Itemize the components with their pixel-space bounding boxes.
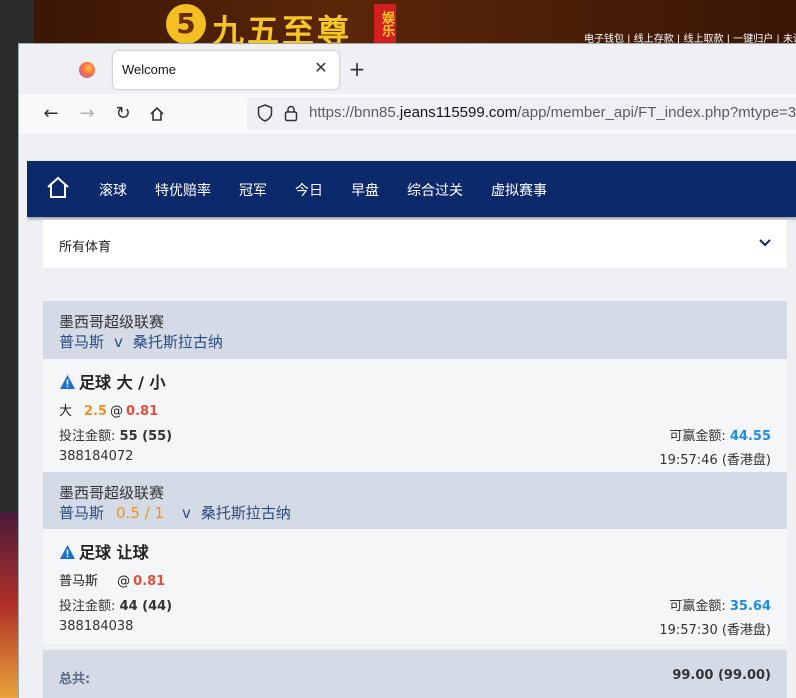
selection-line: 大 2.5 @0.81: [59, 404, 159, 419]
navigation-toolbar: ← → ↻ https://bnn85.jeans115599.com/app/…: [19, 94, 796, 134]
tab-title: Welcome: [122, 62, 176, 77]
bet-time: 19:57:30 (香港盘): [659, 623, 771, 638]
ticket-row: 388184038 19:57:30 (香港盘): [59, 619, 771, 638]
nav-item-special-odds[interactable]: 特优赔率: [155, 180, 211, 200]
nav-item-virtual[interactable]: 虚拟赛事: [491, 180, 547, 200]
stake-label: 投注金额:: [59, 429, 116, 444]
close-tab-icon[interactable]: ✕: [311, 58, 331, 80]
selection: 大: [59, 404, 73, 419]
stake-label: 投注金额:: [59, 599, 116, 614]
match-teams: 普马斯 v 桑托斯拉古纳: [59, 331, 223, 352]
odds-value: 0.81: [126, 404, 159, 419]
browser-window: Welcome ✕ + ← → ↻ https://bnn85.jeans115…: [18, 43, 796, 698]
bet-card-body: 足球 大 / 小 大 2.5 @0.81 投注金额: 55 (55) 可赢金额: 4…: [43, 359, 787, 472]
new-tab-button[interactable]: +: [347, 58, 367, 80]
reload-icon[interactable]: ↻: [111, 102, 135, 126]
nav-item-live[interactable]: 滚球: [99, 180, 127, 200]
win-label: 可赢金额:: [669, 429, 726, 444]
sport-filter-dropdown[interactable]: 所有体育: [43, 220, 787, 268]
ticket-row: 388184072 19:57:46 (香港盘): [59, 449, 771, 468]
total-label: 总共:: [59, 672, 91, 687]
warning-icon: [60, 545, 75, 559]
home-team: 普马斯: [59, 333, 105, 351]
sport-filter-value: 所有体育: [59, 240, 112, 255]
house-icon: [150, 106, 164, 121]
url-text: https://bnn85.jeans115599.com/app/member…: [309, 104, 796, 121]
nav-item-early[interactable]: 早盘: [351, 180, 379, 200]
shield-icon[interactable]: [257, 104, 273, 122]
win-value: 44.55: [729, 429, 771, 444]
match-handicap: 0.5 / 1: [116, 504, 165, 522]
league-name: 墨西哥超级联赛: [59, 313, 165, 331]
nav-item-parlay[interactable]: 综合过关: [407, 180, 463, 200]
lock-icon[interactable]: [283, 104, 299, 122]
selection-line: 普马斯 @0.81: [59, 574, 166, 589]
url-bar[interactable]: https://bnn85.jeans115599.com/app/member…: [247, 97, 796, 129]
ticket-number: 388184072: [59, 449, 134, 464]
bet-card-body: 足球 让球 普马斯 @0.81 投注金额: 44 (44) 可赢金额: 35.6…: [43, 529, 787, 644]
tab-bar: Welcome ✕ +: [19, 44, 796, 94]
background-promo-image: [0, 512, 20, 698]
bet-card-header: 墨西哥超级联赛 普马斯 0.5 / 1 v 桑托斯拉古纳: [43, 472, 787, 529]
odds-value: 0.81: [133, 574, 166, 589]
versus-label: v: [114, 333, 123, 351]
nav-item-outright[interactable]: 冠军: [239, 180, 267, 200]
versus-label: v: [182, 504, 191, 522]
win-value: 35.64: [729, 599, 771, 614]
back-arrow-icon[interactable]: ←: [39, 102, 63, 126]
match-teams: 普马斯 0.5 / 1 v 桑托斯拉古纳: [59, 502, 291, 523]
sports-nav-bar: 滚球 特优赔率 冠军 今日 早盘 综合过关 虚拟赛事: [27, 161, 796, 217]
selection: 普马斯: [59, 574, 99, 589]
chevron-down-icon: [759, 239, 771, 247]
nav-item-today[interactable]: 今日: [295, 180, 323, 200]
stake-value: 55 (55): [119, 429, 173, 444]
warning-icon: [60, 375, 75, 389]
home-icon[interactable]: [45, 175, 71, 201]
home-button[interactable]: [145, 102, 169, 126]
total-value: 99.00 (99.00): [672, 668, 771, 683]
handicap-line: 2.5: [84, 404, 108, 419]
forward-arrow-icon[interactable]: →: [75, 102, 99, 126]
site-logo-sub: 娱乐: [374, 4, 396, 44]
background-banner: 5 九五至尊 娱乐 电子钱包 | 线上存款 | 线上取款 | 一键归户 | 未读: [34, 0, 796, 50]
win-label: 可赢金额:: [669, 599, 726, 614]
bet-card-header: 墨西哥超级联赛 普马斯 v 桑托斯拉古纳: [43, 301, 787, 359]
stake-row: 投注金额: 44 (44) 可赢金额: 35.64: [59, 595, 771, 614]
tab-welcome[interactable]: Welcome ✕: [113, 51, 339, 89]
bet-time: 19:57:46 (香港盘): [659, 453, 771, 468]
home-team: 普马斯: [59, 504, 105, 522]
away-team: 桑托斯拉古纳: [200, 504, 291, 522]
site-logo-icon: 5: [166, 4, 206, 44]
page-content: 滚球 特优赔率 冠军 今日 早盘 综合过关 虚拟赛事 所有体育 墨西哥超级联赛 …: [27, 134, 796, 698]
away-team: 桑托斯拉古纳: [132, 333, 223, 351]
ticket-number: 388184038: [59, 619, 134, 634]
bet-type: 足球 大 / 小: [59, 369, 166, 393]
bet-type: 足球 让球: [59, 539, 149, 563]
league-name: 墨西哥超级联赛: [59, 484, 165, 502]
stake-value: 44 (44): [119, 599, 173, 614]
stake-row: 投注金额: 55 (55) 可赢金额: 44.55: [59, 425, 771, 444]
total-bar: 总共: 99.00 (99.00): [43, 650, 787, 698]
firefox-icon: [79, 62, 95, 78]
